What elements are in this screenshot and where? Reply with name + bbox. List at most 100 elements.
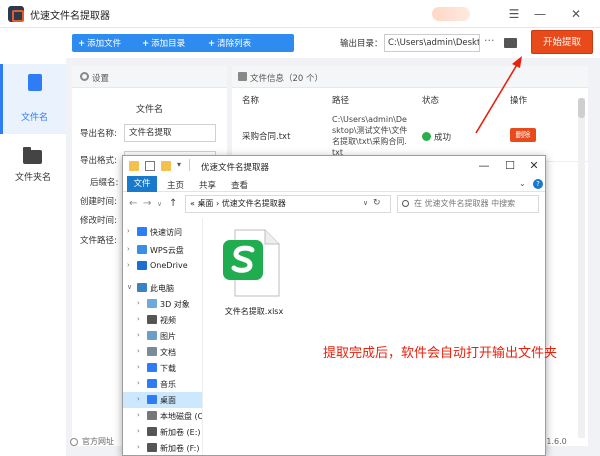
nav-pane-item-label: 下载 bbox=[160, 364, 176, 373]
add-file-button[interactable]: + 添加文件 bbox=[78, 37, 121, 49]
spreadsheet-icon[interactable] bbox=[221, 226, 283, 300]
chevron-icon[interactable]: › bbox=[137, 411, 140, 419]
quick-access-chevron-icon[interactable]: ▾ bbox=[177, 160, 181, 169]
search-input[interactable]: 在 优速文件名提取器 中搜索 bbox=[397, 195, 539, 213]
website-link[interactable]: 官方网址 bbox=[82, 436, 114, 447]
status-text: 成功 bbox=[434, 133, 452, 143]
promo-badge[interactable] bbox=[432, 7, 470, 21]
chevron-icon[interactable]: › bbox=[137, 395, 140, 403]
explorer-window: ▾ 优速文件名提取器 — ☐ ✕ 文件 主页 共享 查看 ⌄ ? ← → ∨ ↑… bbox=[122, 155, 557, 456]
export-name-input[interactable]: 文件名提取 bbox=[124, 124, 216, 142]
back-arrow-icon[interactable]: ← bbox=[129, 198, 137, 209]
settings-title: 设置 bbox=[92, 74, 110, 84]
close-button[interactable]: ✕ bbox=[566, 4, 586, 24]
chevron-icon[interactable]: › bbox=[127, 261, 130, 269]
address-bar[interactable]: « 桌面 › 优速文件名提取器 bbox=[185, 195, 391, 213]
menu-button[interactable]: ☰ bbox=[504, 4, 524, 24]
output-dir-input[interactable]: C:\Users\admin\Deskto bbox=[384, 34, 480, 52]
picture-icon bbox=[147, 331, 157, 340]
chevron-icon[interactable]: › bbox=[127, 227, 130, 235]
nav-pane-item[interactable]: › 视频 bbox=[123, 312, 202, 328]
column-header-name[interactable]: 名称 bbox=[242, 94, 259, 106]
start-extract-button[interactable]: 开始提取 bbox=[531, 30, 593, 54]
clear-list-button[interactable]: + 清除列表 bbox=[208, 37, 251, 49]
chevron-icon[interactable]: › bbox=[137, 315, 140, 323]
nav-item-foldername[interactable]: 文件夹名 bbox=[0, 144, 66, 204]
browse-more-button[interactable]: ··· bbox=[484, 34, 495, 47]
tab-file[interactable]: 文件 bbox=[127, 176, 157, 192]
explorer-minimize-button[interactable]: — bbox=[473, 157, 495, 175]
explorer-close-button[interactable]: ✕ bbox=[523, 157, 545, 175]
explorer-maximize-button[interactable]: ☐ bbox=[499, 157, 521, 175]
nav-pane-item[interactable]: › 本地磁盘 (C: bbox=[123, 408, 203, 424]
nav-pane-item[interactable]: › 桌面 bbox=[123, 392, 202, 408]
video-icon bbox=[147, 315, 157, 324]
expand-ribbon-icon[interactable]: ⌄ bbox=[519, 179, 526, 188]
nav-pane-item[interactable]: › OneDrive bbox=[123, 258, 202, 274]
search-icon bbox=[402, 200, 409, 207]
file-path-label: 文件路径: bbox=[80, 236, 117, 246]
disk-icon bbox=[147, 443, 157, 452]
refresh-icon[interactable]: ↻ bbox=[373, 198, 381, 208]
nav-pane-item[interactable]: › WPS云盘 bbox=[123, 242, 202, 258]
nav-pane-item-label: 文档 bbox=[160, 348, 176, 357]
help-icon[interactable]: ? bbox=[533, 179, 543, 189]
chevron-icon[interactable]: › bbox=[137, 347, 140, 355]
nav-pane-item[interactable]: › 音乐 bbox=[123, 376, 202, 392]
chevron-icon[interactable]: › bbox=[137, 299, 140, 307]
tab-share[interactable]: 共享 bbox=[199, 179, 216, 191]
desktop-icon bbox=[147, 395, 157, 404]
forward-arrow-icon[interactable]: → bbox=[143, 198, 151, 209]
tab-view[interactable]: 查看 bbox=[231, 179, 248, 191]
up-arrow-icon[interactable]: ↑ bbox=[169, 198, 177, 209]
nav-item-label: 文件夹名 bbox=[14, 173, 51, 183]
new-folder-icon[interactable] bbox=[161, 161, 171, 171]
chevron-icon[interactable]: › bbox=[137, 363, 140, 371]
add-file-label: 添加文件 bbox=[87, 39, 122, 49]
minimize-button[interactable]: — bbox=[530, 4, 550, 24]
folder-icon bbox=[23, 147, 42, 164]
document-icon bbox=[147, 347, 157, 356]
settings-header: 设置 bbox=[72, 66, 227, 88]
file-icon bbox=[28, 74, 42, 91]
delete-button[interactable]: 删除 bbox=[510, 128, 536, 142]
nav-pane-item[interactable]: › 新加卷 (F:) bbox=[123, 440, 202, 455]
chevron-icon[interactable]: › bbox=[137, 379, 140, 387]
nav-pane-item[interactable]: › 图片 bbox=[123, 328, 202, 344]
nav-pane-item[interactable]: › 快速访问 bbox=[123, 224, 202, 240]
column-header-action[interactable]: 操作 bbox=[510, 94, 527, 106]
address-dropdown-icon[interactable]: ∨ bbox=[363, 199, 368, 207]
export-format-label: 导出格式: bbox=[80, 156, 117, 166]
nav-pane-item-label: WPS云盘 bbox=[150, 246, 184, 255]
add-folder-label: 添加目录 bbox=[151, 39, 186, 49]
nav-pane-item[interactable]: › 文档 bbox=[123, 344, 202, 360]
nav-pane-item[interactable]: › 下载 bbox=[123, 360, 202, 376]
recent-chevron-icon[interactable]: ∨ bbox=[157, 200, 162, 208]
music-icon bbox=[147, 379, 157, 388]
chevron-icon[interactable]: ∨ bbox=[127, 283, 132, 291]
left-nav: 文件名 文件夹名 bbox=[0, 28, 66, 456]
checkbox-icon[interactable] bbox=[145, 161, 155, 171]
nav-pane-item[interactable]: ∨ 此电脑 bbox=[123, 280, 202, 296]
scrollbar-track[interactable] bbox=[578, 98, 585, 438]
tab-home[interactable]: 主页 bbox=[167, 179, 184, 191]
chevron-icon[interactable]: › bbox=[137, 427, 140, 435]
add-folder-button[interactable]: + 添加目录 bbox=[142, 37, 185, 49]
explorer-ribbon: 文件 主页 共享 查看 ⌄ ? bbox=[123, 176, 545, 192]
nav-item-filename[interactable]: 文件名 bbox=[0, 64, 66, 134]
nav-pane-item[interactable]: › 3D 对象 bbox=[123, 296, 202, 312]
column-header-status[interactable]: 状态 bbox=[422, 94, 439, 106]
nav-pane-item[interactable]: › 新加卷 (E:) bbox=[123, 424, 202, 440]
explorer-content: 文件名提取.xlsx 提取完成后，软件会自动打开输出文件夹 bbox=[205, 218, 557, 455]
nav-pane-item-label: 本地磁盘 (C: bbox=[160, 412, 203, 421]
address-row: ← → ∨ ↑ « 桌面 › 优速文件名提取器 ∨ ↻ 在 优速文件名提取器 中… bbox=[123, 193, 545, 215]
chevron-icon[interactable]: › bbox=[137, 443, 140, 451]
file-path-cell: C:\Users\admin\Desktop\测试文件\文件名提取\txt\采购… bbox=[332, 115, 408, 157]
explorer-title-bar: ▾ 优速文件名提取器 — ☐ ✕ bbox=[123, 156, 545, 176]
created-time-label: 创建时间: bbox=[80, 197, 117, 207]
chevron-icon[interactable]: › bbox=[137, 331, 140, 339]
chevron-icon[interactable]: › bbox=[127, 245, 130, 253]
column-header-path[interactable]: 路径 bbox=[332, 94, 349, 106]
scrollbar-thumb[interactable] bbox=[578, 98, 585, 118]
open-folder-icon[interactable] bbox=[504, 38, 517, 48]
